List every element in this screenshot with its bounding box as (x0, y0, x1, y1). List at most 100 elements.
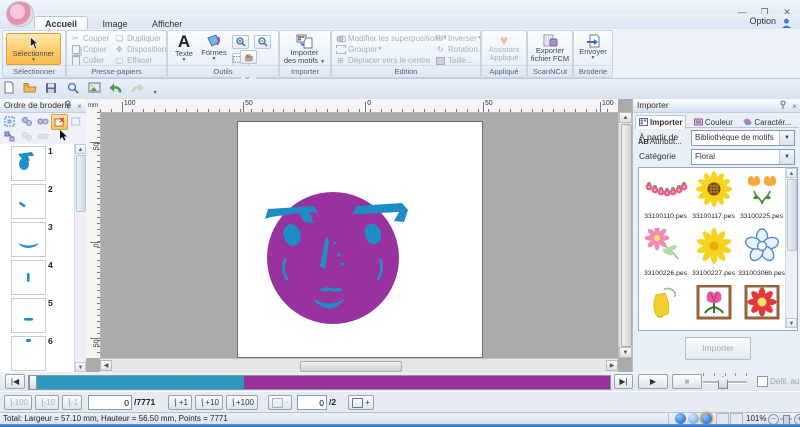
merge-icon[interactable] (35, 129, 50, 143)
speed-slider-thumb[interactable] (718, 376, 728, 389)
scroll-down-icon[interactable]: ▼ (786, 318, 797, 328)
tab-importer[interactable]: Importer (635, 115, 686, 129)
current-stitch-input[interactable] (88, 395, 132, 410)
ribbon: Sélectionner▼ Sélectionner ✂Couper Copie… (0, 29, 800, 79)
app-logo-icon[interactable] (6, 1, 34, 27)
pointer-icon[interactable] (55, 128, 70, 142)
embroidery-face-design[interactable] (238, 122, 482, 357)
save-icon[interactable] (44, 81, 59, 96)
select-all-icon[interactable] (2, 114, 17, 128)
order-list-scrollbar[interactable]: ▲ ▼ (74, 144, 86, 372)
close-panel-icon[interactable]: × (789, 100, 800, 113)
order-item[interactable]: 4 (0, 258, 74, 296)
dropdown-arrow-icon[interactable]: ▼ (779, 131, 794, 145)
zoom-out-button[interactable] (254, 35, 271, 49)
order-thumbnail[interactable] (11, 146, 46, 181)
category-select[interactable]: Floral▼ (691, 149, 795, 165)
motif-thumbnail[interactable]: 33100225.pes (738, 171, 785, 220)
stitch-progress-track[interactable] (28, 375, 611, 390)
stitch-position-handle[interactable] (29, 375, 37, 390)
view-realistic-icon[interactable] (701, 413, 712, 424)
flip-button[interactable]: RRInverser▼ (435, 33, 484, 44)
stitch-plus-1-button[interactable]: +1 (168, 395, 192, 410)
order-thumbnail[interactable] (11, 222, 46, 257)
order-thumbnail[interactable] (11, 336, 46, 371)
applique-wizard-button[interactable]: ♥ Assistant Appliqué (484, 32, 524, 65)
canvas-vscrollbar[interactable]: ▲ ▼ (618, 112, 632, 358)
modify-overlaps-button[interactable]: Modifier les superpositions▼ (335, 33, 448, 44)
new-file-icon[interactable] (1, 81, 16, 96)
pin-icon[interactable] (62, 100, 73, 113)
dropdown-arrow-icon[interactable]: ▼ (779, 150, 794, 164)
tab-caracteristiques[interactable]: Caractér... (740, 116, 794, 129)
close-panel-icon[interactable]: × (74, 100, 85, 113)
redo-icon[interactable] (130, 81, 145, 96)
order-item[interactable]: 6 (0, 334, 74, 372)
shapes-tool-button[interactable]: Formes▼ (199, 32, 229, 65)
undo-icon[interactable] (108, 81, 123, 96)
motif-thumbnail[interactable]: 33100226.pes (642, 228, 689, 277)
scroll-down-icon[interactable]: ▼ (75, 362, 86, 372)
order-item[interactable]: 1 (0, 144, 74, 182)
export-fcm-button[interactable]: Exporter fichier FCM (530, 32, 570, 65)
send-button[interactable]: Envoyer▼ (576, 32, 610, 65)
frame-back-button[interactable]: - (268, 395, 292, 410)
order-thumbnail[interactable] (11, 260, 46, 295)
scroll-up-icon[interactable]: ▲ (75, 144, 86, 154)
order-thumbnail[interactable] (11, 184, 46, 219)
scroll-up-icon[interactable]: ▲ (786, 168, 797, 178)
frame-forward-button[interactable]: + (348, 395, 374, 410)
canvas-hscrollbar[interactable]: ◀ ▶ (100, 358, 618, 372)
design-page[interactable] (237, 121, 483, 358)
view-stitch-icon[interactable] (688, 413, 699, 424)
ungroup-order-icon[interactable] (35, 114, 50, 128)
stitch-plus-100-button[interactable]: +100 (226, 395, 258, 410)
motif-thumbnail[interactable] (738, 285, 785, 327)
design-property-icon[interactable] (65, 81, 80, 96)
motif-thumbnail[interactable]: 33100306b.pes (738, 228, 785, 277)
select-button[interactable]: Sélectionner▼ (6, 33, 61, 65)
copy-button[interactable]: Copier (70, 44, 109, 55)
image-icon[interactable] (87, 81, 102, 96)
order-item[interactable]: 3 (0, 220, 74, 258)
order-number: 3 (48, 222, 53, 232)
ruler-label: 0 (94, 243, 101, 247)
option-menu[interactable]: Option (749, 14, 776, 28)
import-button[interactable]: Importer (685, 337, 751, 360)
auto-scroll-checkbox[interactable] (757, 376, 768, 387)
motif-thumbnail[interactable]: 33100227.pes (690, 228, 737, 277)
zoom-in-button[interactable] (232, 35, 249, 49)
order-thumbnail[interactable] (11, 298, 46, 333)
cut-button[interactable]: ✂Couper (70, 33, 109, 44)
frame-icon[interactable] (68, 114, 83, 128)
group-order-icon[interactable] (19, 114, 34, 128)
stitch-minus-100-button[interactable]: -100 (4, 395, 32, 410)
order-item[interactable]: 5 (0, 296, 74, 334)
stitch-minus-10-button[interactable]: -10 (35, 395, 59, 410)
text-tool-button[interactable]: A Texte▼ (171, 32, 197, 65)
tab-couleur[interactable]: Couleur (691, 116, 736, 129)
group-button[interactable]: Grouper▼ (335, 44, 448, 55)
go-start-button[interactable]: |◀ (5, 374, 25, 389)
open-file-icon[interactable] (22, 81, 37, 96)
stitch-plus-10-button[interactable]: +10 (195, 395, 223, 410)
rotate-button[interactable]: ↻Rotation... (435, 44, 484, 55)
optimize-order-icon[interactable] (2, 129, 17, 143)
motif-thumbnail[interactable] (690, 285, 737, 327)
color-sort-icon[interactable] (19, 129, 34, 143)
pan-hand-button[interactable] (240, 50, 257, 64)
current-frame-input[interactable] (297, 395, 327, 410)
go-end-button[interactable]: ▶| (614, 374, 633, 389)
import-motifs-button[interactable]: Importer des motifs ▼ (282, 32, 327, 65)
motif-thumbnail[interactable]: 33100110.pes (642, 171, 689, 220)
from-select[interactable]: Bibliothèque de motifs▼ (691, 130, 795, 146)
stop-button[interactable]: ■ (672, 374, 702, 389)
stitch-minus-1-button[interactable]: -1 (62, 395, 82, 410)
motif-thumbnail[interactable] (642, 285, 689, 327)
order-item[interactable]: 2 (0, 182, 74, 220)
motif-list-scrollbar[interactable]: ▲ ▼ (785, 168, 797, 328)
motif-thumbnail[interactable]: 33100117.pes (690, 171, 737, 220)
pin-icon[interactable] (777, 100, 788, 113)
play-button[interactable]: ▶ (638, 374, 668, 389)
view-solid-icon[interactable] (675, 413, 686, 424)
